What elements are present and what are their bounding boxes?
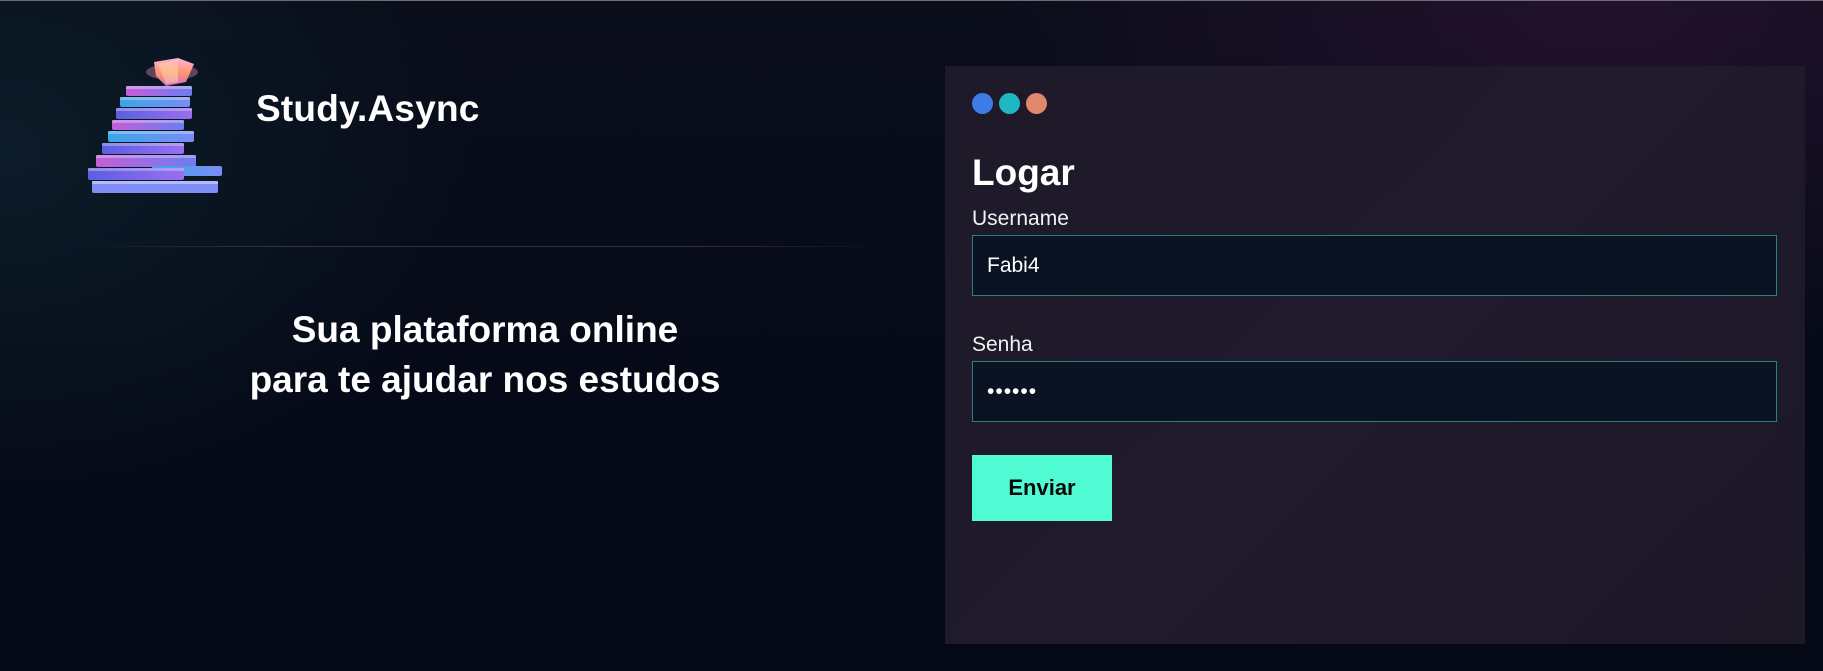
tagline-line-2: para te ajudar nos estudos [249,359,721,400]
top-border [0,0,1823,1]
window-dot-teal [999,93,1020,114]
section-divider [82,246,892,247]
password-input[interactable] [972,361,1777,422]
username-input[interactable] [972,235,1777,296]
password-label: Senha [972,333,1033,356]
tagline-line-1: Sua plataforma online [291,309,679,350]
login-card: Logar Username Senha Enviar [945,66,1805,644]
book-stack-icon [88,58,222,193]
window-dot-orange [1026,93,1047,114]
username-label: Username [972,207,1069,230]
app-name: Study.Async [256,88,480,129]
window-dots [972,93,1047,115]
login-title: Logar [972,152,1075,193]
tagline: Sua plataforma online para te ajudar nos… [190,305,780,405]
submit-button[interactable]: Enviar [972,455,1112,521]
window-dot-blue [972,93,993,114]
